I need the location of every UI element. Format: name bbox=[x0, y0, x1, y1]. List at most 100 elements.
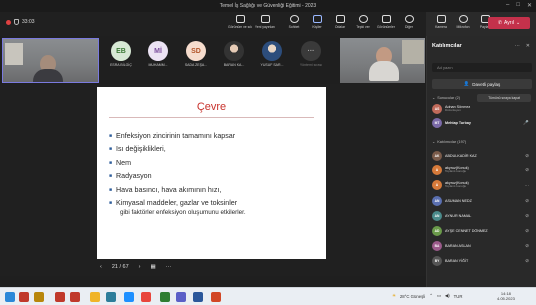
participant-tile[interactable]: BARAN KA... bbox=[217, 41, 251, 67]
app-icon[interactable] bbox=[106, 292, 116, 302]
slide-bullet: ■ Hava basıncı, hava akımının hızı, bbox=[109, 185, 222, 194]
participant-row[interactable]: AD AYŞE CENNET DÖNMEZ ⊘ bbox=[432, 225, 532, 237]
chevron-up-icon[interactable]: ⌃ bbox=[429, 293, 433, 299]
slide-bullet: ■ Enfeksiyon zincirinin tamamını kapsar bbox=[109, 131, 236, 140]
chrome-icon[interactable] bbox=[141, 292, 151, 302]
attendees-heading[interactable]: ⌄ Katılımcılar (197) bbox=[432, 139, 466, 145]
language-indicator[interactable]: TUR bbox=[454, 294, 463, 299]
sun-icon: ☀ bbox=[392, 293, 396, 298]
meeting-timer: 33:03 bbox=[6, 19, 35, 25]
volume-icon[interactable]: ◀) bbox=[445, 293, 450, 299]
word-icon[interactable] bbox=[193, 292, 203, 302]
participant-tile[interactable]: Mİ MUHAMM... bbox=[141, 41, 175, 67]
avatar-photo bbox=[224, 41, 244, 61]
app-icon[interactable] bbox=[19, 292, 29, 302]
participant-row[interactable]: BY BARAN YİĞİT ⊘ bbox=[432, 255, 532, 267]
leave-button[interactable]: ✆ Ayrıl ⌄ bbox=[488, 17, 530, 29]
timer-text: 33:03 bbox=[22, 19, 35, 25]
teams-icon[interactable] bbox=[176, 292, 186, 302]
mute-all-button[interactable]: Tümünü sıraya kapat bbox=[477, 94, 531, 102]
chevron-down-icon: ⌄ bbox=[432, 96, 436, 100]
participant-row[interactable]: AN AYNUR NAMAL ⊘ bbox=[432, 210, 532, 222]
more-options-icon[interactable]: ··· bbox=[166, 264, 172, 270]
person-add-icon: 👤 bbox=[463, 81, 470, 86]
chat-icon bbox=[289, 15, 299, 23]
more-button[interactable]: Diğer bbox=[396, 15, 422, 29]
avatar: ··· bbox=[301, 41, 321, 61]
slide-bullet: ■ Radyasyon bbox=[109, 172, 152, 181]
slide-title: Çevre bbox=[196, 101, 227, 113]
share-invite-button[interactable]: 👤 Davetli paylaş bbox=[432, 79, 532, 89]
maximize-icon[interactable]: □ bbox=[516, 2, 520, 9]
clock[interactable]: 14:18 4.05.2023 bbox=[497, 291, 515, 302]
mic-icon: 🎤 bbox=[523, 120, 529, 125]
participant-row[interactable]: BA BARAN ASLAN ⊘ bbox=[432, 240, 532, 252]
excel-icon[interactable] bbox=[160, 292, 170, 302]
next-slide-icon[interactable]: › bbox=[139, 264, 141, 270]
participant-row[interactable]: AK ABDULKADİR KAZ ⊘ bbox=[432, 150, 532, 162]
video-tile-speaker[interactable] bbox=[2, 38, 99, 83]
slide-divider bbox=[109, 117, 314, 118]
view-icon bbox=[381, 15, 391, 23]
presentation-slide: Çevre ■ Enfeksiyon zincirinin tamamını ka… bbox=[97, 87, 326, 259]
prev-slide-icon[interactable]: ‹ bbox=[100, 264, 102, 270]
minimize-icon[interactable]: – bbox=[506, 2, 509, 9]
camera-off-icon bbox=[436, 15, 446, 23]
participant-row[interactable]: AN ASUMAN NEDZ ⊘ bbox=[432, 195, 532, 207]
slide-page-counter: 21 / 67 bbox=[111, 264, 129, 270]
participant-row[interactable]: A akyruz(Konuk) Toplantı konuğu ⊘ bbox=[432, 164, 532, 176]
participant-row[interactable]: AS Adnan Sönmez Düzenleyen bbox=[432, 103, 532, 115]
layout-button[interactable]: Görünüm ve sık bbox=[227, 15, 253, 29]
window-controls: – □ ✕ bbox=[506, 2, 532, 9]
acrobat-icon[interactable] bbox=[70, 292, 80, 302]
grid-view-icon[interactable]: ▦ bbox=[151, 264, 156, 270]
mic-off-icon: ⊘ bbox=[525, 243, 529, 248]
mic-off-icon: ⊘ bbox=[525, 258, 529, 263]
windows-taskbar: ☀ 28°C Güneşli ⌃ ▭ ◀) TUR 14:18 4.05.202… bbox=[0, 287, 536, 305]
close-icon[interactable]: ✕ bbox=[526, 43, 530, 49]
avatar: EB bbox=[111, 41, 131, 61]
network-icon[interactable]: ▭ bbox=[437, 293, 441, 299]
participant-tile[interactable]: YUSUF SAR... bbox=[255, 41, 289, 67]
participant-row[interactable]: MT Mehtap Turbay 🎤 bbox=[432, 117, 532, 129]
more-icon[interactable]: ··· bbox=[525, 183, 530, 188]
mic-off-icon: ⊘ bbox=[525, 198, 529, 203]
app-icon[interactable] bbox=[34, 292, 44, 302]
acrobat-icon[interactable] bbox=[55, 292, 65, 302]
weather-text[interactable]: 28°C Güneşli bbox=[400, 294, 425, 299]
participant-tile[interactable]: ··· Yöntemi sırası bbox=[294, 41, 328, 67]
video-tile-presenter[interactable] bbox=[340, 38, 425, 83]
participants-panel: Katılımcılar ··· ✕ Ad yazın 👤 Davetli pa… bbox=[426, 36, 536, 287]
live-button[interactable]: Yeni yayınları bbox=[252, 15, 278, 29]
edge-icon[interactable] bbox=[124, 292, 134, 302]
participant-row[interactable]: A akyruz(Konuk) Toplantı konuğu ··· bbox=[432, 179, 532, 191]
mic-off-icon: ⊘ bbox=[525, 228, 529, 233]
shield-icon bbox=[14, 19, 19, 25]
presenters-heading[interactable]: ⌄ Sunucular (2) bbox=[432, 95, 460, 101]
slide-controls: ‹ 21 / 67 › ▦ ··· bbox=[100, 264, 171, 270]
slide-bullet: ■ Nem bbox=[109, 158, 132, 167]
rooms-icon bbox=[335, 15, 345, 23]
participant-tile[interactable]: EB ESRA BİLGİÇ bbox=[104, 41, 138, 67]
mic-icon bbox=[458, 15, 468, 23]
phone-icon: ✆ bbox=[497, 20, 503, 26]
meeting-toolbar: 33:03 Görünüm ve sık Yeni yayınları Sohb… bbox=[0, 12, 426, 36]
camera-icon bbox=[260, 15, 270, 23]
slide-bullet: ■ Isı değişiklikleri, bbox=[109, 145, 166, 154]
avatar: Mİ bbox=[148, 41, 168, 61]
participant-tile[interactable]: SD SADA ZEŞA... bbox=[179, 41, 213, 67]
react-icon bbox=[358, 15, 368, 23]
slide-bullet: ■ Kimyasal maddeler, gazlar ve toksinler bbox=[109, 199, 238, 208]
layout-icon bbox=[235, 15, 245, 23]
title-bar: Temel İş Sağlığı ve Güvenliği Eğitimi - … bbox=[0, 0, 536, 12]
more-icon bbox=[404, 15, 414, 23]
participant-search-input[interactable]: Ad yazın bbox=[432, 63, 532, 72]
more-icon[interactable]: ··· bbox=[515, 43, 520, 49]
avatar: SD bbox=[186, 41, 206, 61]
recording-dot-icon bbox=[6, 19, 11, 25]
powerpoint-icon[interactable] bbox=[211, 292, 221, 302]
close-icon[interactable]: ✕ bbox=[527, 2, 532, 9]
people-icon bbox=[312, 15, 322, 23]
start-icon[interactable] bbox=[5, 292, 15, 302]
folder-icon[interactable] bbox=[90, 292, 100, 302]
